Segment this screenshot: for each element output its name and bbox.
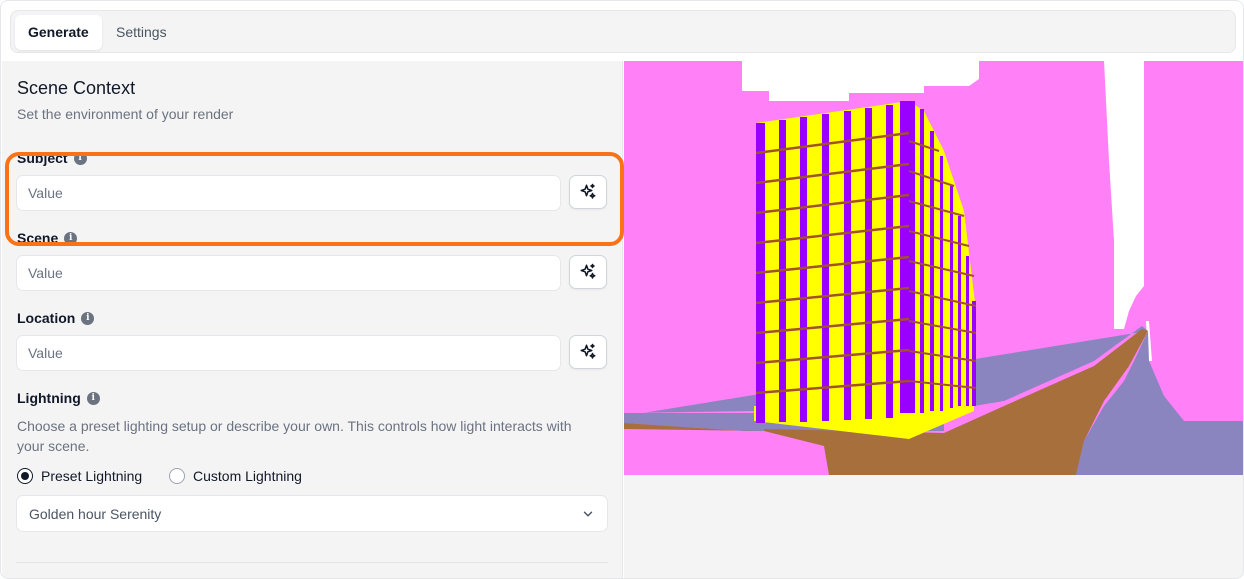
subject-label-text: Subject	[17, 150, 68, 166]
info-icon[interactable]: i	[73, 151, 87, 165]
tab-generate[interactable]: Generate	[15, 15, 102, 50]
location-label-text: Location	[17, 310, 76, 326]
info-icon[interactable]: i	[64, 231, 78, 245]
sparkles-icon	[580, 343, 596, 359]
scene-label: Scene i	[17, 230, 78, 246]
location-input[interactable]	[16, 335, 561, 371]
scene-input[interactable]	[16, 255, 561, 291]
subject-input[interactable]	[16, 175, 561, 211]
lighting-description: Choose a preset lighting setup or descri…	[17, 418, 572, 454]
radio-indicator[interactable]	[17, 468, 33, 484]
radio-indicator[interactable]	[169, 468, 185, 484]
radio-label: Preset Lightning	[41, 468, 143, 484]
scene-ai-button[interactable]	[569, 255, 607, 289]
location-label: Location i	[17, 310, 95, 326]
scene-label-text: Scene	[17, 230, 59, 246]
sparkles-icon	[580, 263, 596, 279]
info-icon[interactable]: i	[86, 391, 100, 405]
tab-bar: Generate Settings	[10, 10, 1236, 53]
section-subtitle: Set the environment of your render	[17, 106, 234, 122]
info-icon[interactable]: i	[81, 311, 95, 325]
tab-settings[interactable]: Settings	[103, 15, 180, 50]
lighting-label: Lightning i	[17, 390, 100, 406]
radio-custom-lighting[interactable]: Custom Lightning	[169, 468, 302, 484]
divider	[16, 562, 608, 563]
radio-label: Custom Lightning	[193, 468, 302, 484]
location-ai-button[interactable]	[569, 335, 607, 369]
app-window: Generate Settings Scene Context Set the …	[0, 0, 1244, 579]
section-title: Scene Context	[17, 78, 136, 98]
select-value: Golden hour Serenity	[29, 505, 162, 522]
render-preview-panel	[624, 61, 1243, 578]
sparkles-icon	[580, 183, 596, 199]
render-preview-image	[624, 61, 1243, 475]
subject-ai-button[interactable]	[569, 175, 607, 209]
lighting-preset-select[interactable]: Golden hour Serenity	[16, 495, 608, 532]
scene-context-panel: Scene Context Set the environment of you…	[2, 61, 623, 578]
subject-label: Subject i	[17, 150, 87, 166]
lighting-label-text: Lightning	[17, 390, 81, 406]
radio-preset-lighting[interactable]: Preset Lightning	[17, 468, 142, 484]
chevron-down-icon	[583, 511, 593, 516]
